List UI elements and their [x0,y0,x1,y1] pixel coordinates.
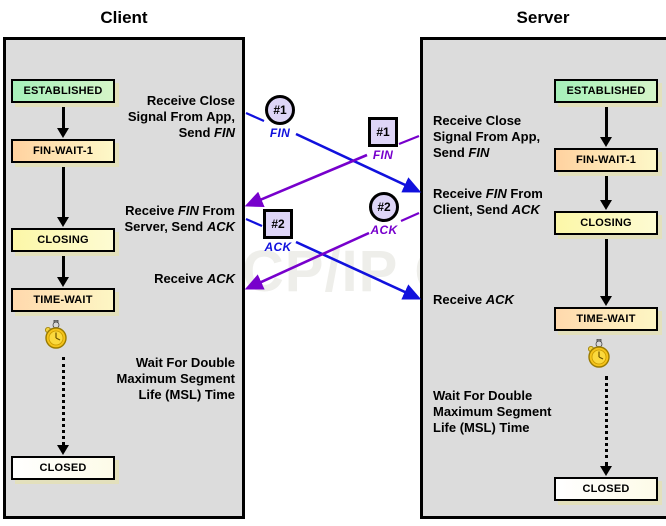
server-event-4-line3: Life (MSL) Time [433,420,530,435]
server-state-established: ESTABLISHED [554,79,658,103]
client-event-2-line2: Server, Send ACK [124,219,235,234]
message-marker-server-fin-label: FIN [372,148,394,162]
message-marker-server-ack-label: ACK [370,223,398,237]
client-event-2: Receive FIN From Server, Send ACK [95,203,235,235]
client-state-closed: CLOSED [11,456,115,480]
client-event-1-line1: Receive Close [146,93,235,108]
client-state-fin-wait-1: FIN-WAIT-1 [11,139,115,163]
arrow-client-ack-stub [245,217,263,228]
server-event-2-line2: Client, Send ACK [433,202,540,217]
client-event-1: Receive Close Signal From App, Send FIN [95,93,235,141]
server-event-2: Receive FIN From Client, Send ACK [433,186,593,218]
server-title: Server [516,8,570,27]
tcp-simultaneous-close-diagram: The TCP/IP Guide Client Server Client St… [0,0,666,526]
message-marker-client-ack-label: ACK [264,240,292,254]
client-title: Client [100,8,148,27]
server-event-4-line2: Maximum Segment [433,404,552,419]
message-marker-server-fin-number: #1 [368,117,398,147]
arrow-server-ack-stub [400,211,420,223]
message-marker-client-fin-label: FIN [269,126,291,140]
client-event-1-line3: Send FIN [178,125,235,140]
arrow-server-fin [244,153,368,208]
message-marker-client-ack: #2 ACK [263,209,293,254]
client-event-1-line2: Signal From App, [127,109,235,124]
client-connector-timewait-closed [51,357,75,455]
server-connector-established-finwait [594,105,618,147]
server-stopwatch-icon [586,338,612,369]
client-stopwatch-icon [43,319,69,350]
server-event-2-line1: Receive FIN From [433,186,543,201]
message-marker-client-ack-number: #2 [263,209,293,239]
client-connector-established-finwait [51,105,75,138]
server-connector-finwait-closing [594,174,618,210]
arrow-client-fin-stub [245,111,265,123]
message-marker-client-fin-number: #1 [265,95,295,125]
server-event-3: Receive ACK [433,292,583,308]
server-state-closed: CLOSED [554,477,658,501]
arrow-client-fin [295,132,422,193]
server-event-4-line1: Wait For Double [433,388,533,403]
client-event-4-line3: Life (MSL) Time [138,387,235,402]
client-event-3: Receive ACK [95,271,235,287]
server-panel [420,37,666,519]
client-event-4-line1: Wait For Double [135,355,235,370]
message-marker-server-fin: #1 FIN [368,117,398,162]
server-event-1-line2: Signal From App, [433,129,541,144]
client-event-2-line1: Receive FIN From [125,203,235,218]
server-event-1-line1: Receive Close [433,113,522,128]
server-event-1: Receive Close Signal From App, Send FIN [433,113,583,161]
server-event-4: Wait For Double Maximum Segment Life (MS… [433,388,593,436]
arrow-server-fin-stub [398,134,420,146]
client-connector-closing-timewait [51,254,75,287]
server-state-time-wait: TIME-WAIT [554,307,658,331]
client-connector-finwait-closing [51,165,75,227]
message-marker-server-ack: #2 ACK [369,192,399,237]
client-event-4-line2: Maximum Segment [116,371,235,386]
client-event-3-line1: Receive ACK [154,271,235,286]
server-event-1-line3: Send FIN [433,145,490,160]
client-event-4: Wait For Double Maximum Segment Life (MS… [95,355,235,403]
server-event-3-line1: Receive ACK [433,292,514,307]
client-state-time-wait: TIME-WAIT [11,288,115,312]
message-marker-server-ack-number: #2 [369,192,399,222]
server-connector-closing-timewait [594,237,618,306]
message-marker-client-fin: #1 FIN [265,95,295,140]
server-connector-timewait-closed [594,376,618,476]
